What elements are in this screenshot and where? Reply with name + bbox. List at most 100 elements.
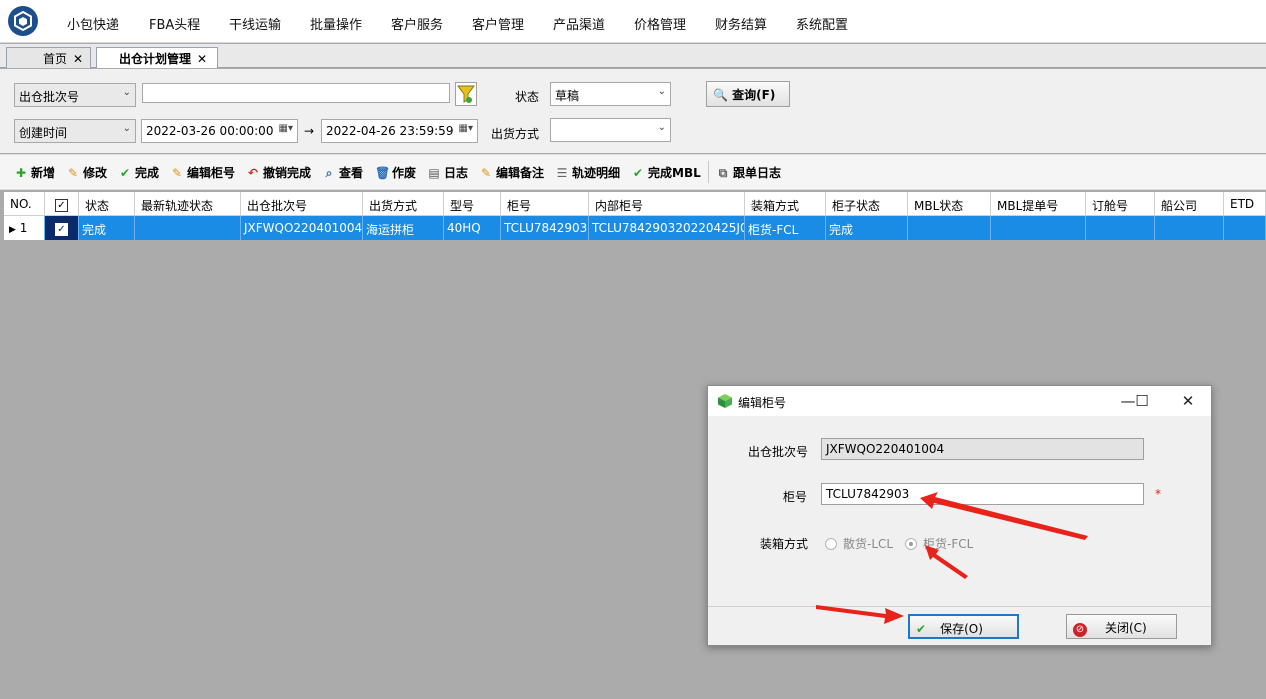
batch-number-input[interactable] (142, 83, 450, 103)
cell-shipping-method[interactable]: 海运拼柜 (363, 216, 444, 240)
add-button[interactable]: ✚ 新增 (14, 164, 55, 181)
dialog-title-bar[interactable]: 编辑柜号 — ☐ ✕ (708, 386, 1211, 416)
search-field-select[interactable]: 出仓批次号 ⌄ (14, 83, 136, 107)
table-row-number[interactable]: ▶ 1 (4, 216, 45, 240)
calendar-icon[interactable]: ▦▾ (279, 123, 293, 134)
cell-latest-track[interactable] (135, 216, 241, 240)
calendar-icon[interactable]: ▦▾ (459, 123, 473, 134)
edit-remark-button[interactable]: ✎ 编辑备注 (479, 164, 544, 181)
cancel-icon: ⊘ (1073, 623, 1087, 637)
column-header-packing-method[interactable]: 装箱方式 (745, 192, 826, 216)
menu-item-system[interactable]: 系统配置 (796, 14, 848, 33)
packing-method-label: 装箱方式 (760, 537, 809, 551)
edit-button[interactable]: ✎ 修改 (66, 164, 107, 181)
menu-item-customer-service[interactable]: 客户服务 (391, 14, 443, 33)
void-button[interactable]: 🗑 作废 (375, 164, 416, 181)
cell-batch-number[interactable]: JXFWQO220401004 (241, 216, 363, 240)
cell-packing-method[interactable]: 柜货-FCL (745, 216, 826, 240)
cell-internal-container[interactable]: TCLU784290320220425J0 (589, 216, 745, 240)
undo-complete-button[interactable]: ↶ 撤销完成 (246, 164, 311, 181)
void-button-label: 作废 (392, 166, 417, 180)
required-mark: * (1155, 487, 1161, 501)
save-button[interactable]: ✔ 保存(O) (908, 614, 1019, 639)
tab-outbound-plan[interactable]: 出仓计划管理 ✕ (96, 47, 218, 68)
search-field-value: 出仓批次号 (19, 90, 80, 104)
column-header-shipping-method[interactable]: 出货方式 (363, 192, 444, 216)
cell-mbl-status[interactable] (908, 216, 991, 240)
undo-complete-button-label: 撤销完成 (263, 166, 312, 180)
plus-icon: ✚ (15, 166, 27, 180)
menu-item-customer-management[interactable]: 客户管理 (472, 14, 524, 33)
close-icon[interactable]: ✕ (73, 52, 83, 66)
log-button[interactable]: ▤ 日志 (427, 164, 468, 181)
complete-button[interactable]: ✔ 完成 (118, 164, 159, 181)
menu-item-finance[interactable]: 财务结算 (715, 14, 767, 33)
column-header-shipping-company[interactable]: 船公司 (1155, 192, 1224, 216)
batch-number-label: 出仓批次号 (748, 445, 809, 459)
cell-booking-number[interactable] (1086, 216, 1155, 240)
radio-fcl-dot[interactable] (905, 538, 917, 550)
menu-item-batch[interactable]: 批量操作 (310, 14, 362, 33)
column-header-mbl-number[interactable]: MBL提单号 (991, 192, 1086, 216)
tab-home[interactable]: 首页 ✕ (6, 47, 91, 68)
edit-button-label: 修改 (83, 166, 108, 180)
follow-log-button[interactable]: ⧉ 跟单日志 (716, 164, 781, 181)
radio-lcl-dot[interactable] (825, 538, 837, 550)
column-header-latest-track[interactable]: 最新轨迹状态 (135, 192, 241, 216)
date-field-select[interactable]: 创建时间 ⌄ (14, 119, 136, 143)
view-button[interactable]: ⌕ 查看 (322, 164, 363, 181)
status-select[interactable]: 草稿 ⌄ (550, 82, 671, 106)
cell-mbl-number[interactable] (991, 216, 1086, 240)
column-header-container-no[interactable]: 柜号 (501, 192, 589, 216)
maximize-icon[interactable]: ☐ (1129, 390, 1155, 412)
radio-fcl[interactable]: 柜货-FCL (905, 535, 973, 552)
edit-container-button[interactable]: ✎ 编辑柜号 (170, 164, 235, 181)
radio-lcl[interactable]: 散货-LCL (825, 535, 893, 552)
cell-shipping-company[interactable] (1155, 216, 1224, 240)
column-header-etd[interactable]: ETD (1224, 192, 1266, 216)
cell-model[interactable]: 40HQ (444, 216, 501, 240)
column-header-container-status[interactable]: 柜子状态 (826, 192, 908, 216)
cell-etd[interactable] (1224, 216, 1266, 240)
column-header-status[interactable]: 状态 (79, 192, 135, 216)
column-header-internal-container[interactable]: 内部柜号 (589, 192, 745, 216)
close-icon[interactable]: ✕ (197, 52, 207, 66)
outbound-plan-table: NO. ✓ 状态 最新轨迹状态 出仓批次号 出货方式 型号 柜号 内部柜号 装箱… (4, 192, 1266, 240)
date-to-input[interactable]: 2022-04-26 23:59:59 ▦▾ (321, 119, 478, 143)
close-icon[interactable]: ✕ (1175, 390, 1201, 412)
menu-item-trunk[interactable]: 干线运输 (229, 14, 281, 33)
column-header-no[interactable]: NO. (4, 192, 45, 216)
menu-item-product-channel[interactable]: 产品渠道 (553, 14, 605, 33)
date-from-input[interactable]: 2022-03-26 00:00:00 ▦▾ (141, 119, 298, 143)
column-header-mbl-status[interactable]: MBL状态 (908, 192, 991, 216)
complete-mbl-button[interactable]: ✔ 完成MBL (631, 164, 701, 181)
column-header-model[interactable]: 型号 (444, 192, 501, 216)
row-number-value: 1 (19, 221, 28, 235)
add-button-label: 新增 (31, 166, 56, 180)
cell-container-status[interactable]: 完成 (826, 216, 908, 240)
row-pointer-icon: ▶ (9, 225, 16, 235)
column-header-batch-number[interactable]: 出仓批次号 (241, 192, 363, 216)
pencil-icon: ✎ (480, 166, 492, 180)
row-select-cell[interactable]: ✓ (45, 216, 79, 240)
menu-item-pricing[interactable]: 价格管理 (634, 14, 686, 33)
track-detail-button[interactable]: ☰ 轨迹明细 (555, 164, 620, 181)
chevron-down-icon: ⌄ (657, 122, 666, 133)
top-menu-bar: 小包快递 FBA头程 干线运输 批量操作 客户服务 客户管理 产品渠道 价格管理… (0, 0, 1266, 43)
row-checkbox[interactable]: ✓ (55, 223, 68, 236)
cell-container-no[interactable]: TCLU7842903 (501, 216, 589, 240)
menu-item-fba[interactable]: FBA头程 (149, 14, 200, 33)
shipping-method-select[interactable]: ⌄ (550, 118, 671, 142)
query-button-label: 查询(F) (732, 88, 776, 102)
column-header-booking-number[interactable]: 订舱号 (1086, 192, 1155, 216)
cell-status[interactable]: 完成 (79, 216, 135, 240)
close-button[interactable]: ⊘ 关闭(C) (1066, 614, 1177, 639)
query-button[interactable]: 🔍 查询(F) (706, 81, 790, 107)
menu-item-parcel[interactable]: 小包快递 (67, 14, 119, 33)
container-number-field[interactable]: TCLU7842903 (821, 483, 1144, 505)
app-logo-icon[interactable] (8, 6, 38, 36)
select-all-checkbox[interactable]: ✓ (55, 199, 68, 212)
filter-icon[interactable] (455, 82, 477, 106)
toolbar-divider (708, 161, 709, 183)
column-header-select-all[interactable]: ✓ (45, 192, 79, 216)
